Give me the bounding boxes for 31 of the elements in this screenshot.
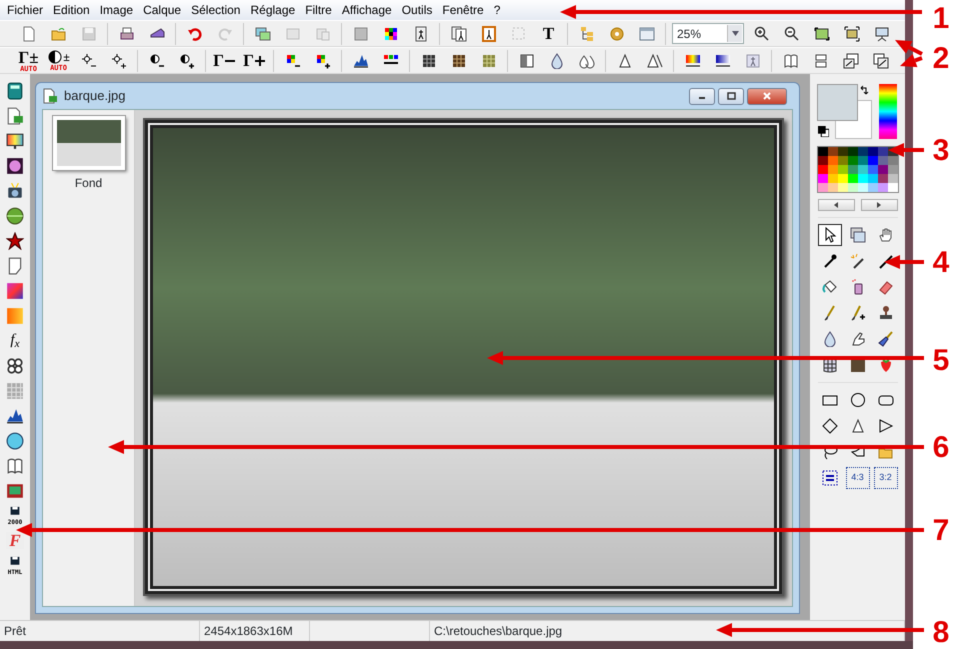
menu-item[interactable]: Fenêtre: [437, 1, 489, 19]
layer-label: Fond: [74, 175, 102, 192]
menu-item[interactable]: Sélection: [186, 1, 246, 19]
callout-number: 6: [932, 431, 950, 464]
callout-number: 3: [932, 134, 950, 167]
menu-item[interactable]: Fichier: [2, 1, 48, 19]
callout-number: 5: [932, 344, 950, 377]
status-text: 2454x1863x16M: [204, 623, 293, 640]
menu-item[interactable]: Filtre: [300, 1, 337, 19]
menu-item[interactable]: Affichage: [336, 1, 397, 19]
toolbar-button[interactable]: Γ: [242, 48, 267, 72]
toolbar-button[interactable]: Γ: [212, 48, 237, 72]
menu-item[interactable]: Calque: [138, 1, 186, 19]
callout-number: 7: [932, 514, 950, 547]
callout-number: 4: [932, 246, 950, 279]
tool-button[interactable]: 4:3: [846, 467, 870, 489]
menu-item[interactable]: Outils: [396, 1, 438, 19]
status-text: C:\retouches\barque.jpg: [434, 623, 562, 640]
side-tool-button[interactable]: f$_{x}$: [4, 330, 26, 351]
zoom-select[interactable]: 25%: [672, 23, 744, 44]
callout-number: 8: [932, 616, 950, 649]
toolbar-button[interactable]: T: [536, 22, 561, 46]
window-title: barque.jpg: [64, 87, 126, 106]
callout-number: 2: [932, 42, 950, 75]
status-text: Prêt: [4, 623, 26, 640]
menu-item[interactable]: Image: [94, 1, 138, 19]
menu-item[interactable]: Réglage: [245, 1, 300, 19]
menu-item[interactable]: Edition: [48, 1, 95, 19]
tool-button[interactable]: 3:2: [874, 467, 898, 489]
menu-item[interactable]: ?: [488, 1, 506, 19]
callout-number: 1: [932, 2, 950, 35]
